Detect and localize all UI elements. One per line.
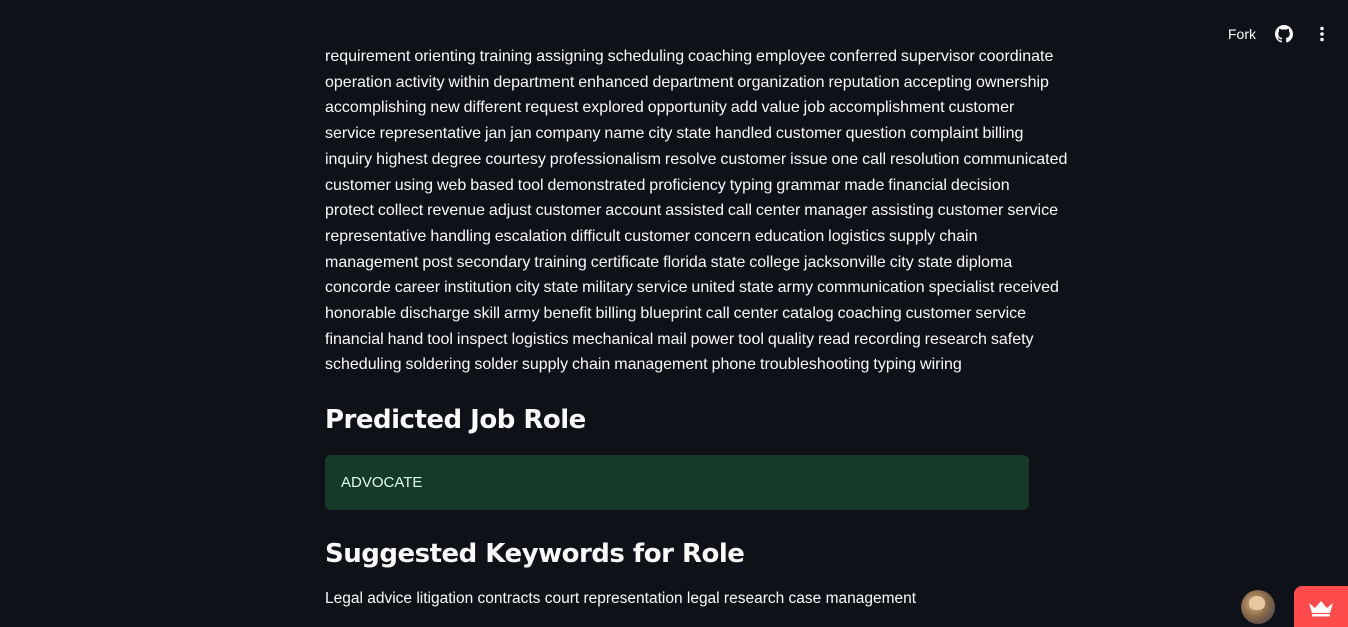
predicted-role-value: ADVOCATE — [341, 474, 423, 491]
vertical-dots-icon[interactable] — [1312, 24, 1332, 44]
resume-line: protect collect revenue adjust customer … — [325, 202, 1059, 220]
resume-line: operation activity within department enh… — [325, 73, 1049, 91]
streamlit-badge[interactable] — [1294, 586, 1348, 627]
user-avatar[interactable] — [1241, 590, 1275, 624]
resume-line: management post secondary training certi… — [325, 253, 1013, 271]
resume-line: requirement orienting training assigning… — [325, 48, 1054, 65]
resume-line: inquiry highest degree courtesy professi… — [325, 150, 1068, 168]
resume-line: scheduling soldering solder supply chain… — [325, 356, 962, 374]
github-icon[interactable] — [1274, 24, 1294, 44]
suggested-keywords-heading: Suggested Keywords for Role — [325, 539, 745, 569]
resume-line: service representative jan jan company n… — [325, 125, 1024, 143]
predicted-role-alert: ADVOCATE — [325, 455, 1029, 510]
resume-line: accomplishing new different request expl… — [325, 99, 1015, 117]
main-content: requirement orienting training assigning… — [325, 44, 1068, 607]
resume-line: concorde career institution city state m… — [325, 279, 1059, 297]
resume-line: customer using web based tool demonstrat… — [325, 176, 1010, 194]
resume-line: representative handling escalation diffi… — [325, 227, 978, 245]
crown-icon — [1308, 599, 1334, 622]
resume-text: requirement orienting training assigning… — [325, 44, 1068, 378]
app-toolbar: Fork — [1228, 22, 1332, 46]
resume-line: honorable discharge skill army benefit b… — [325, 305, 1027, 323]
streamlit-app: Fork requirement orienting training assi… — [0, 0, 1348, 627]
predicted-role-heading: Predicted Job Role — [325, 405, 586, 435]
fork-button[interactable]: Fork — [1228, 26, 1256, 42]
suggested-keywords-text: Legal advice litigation contracts court … — [325, 590, 917, 607]
resume-line: financial hand tool inspect logistics me… — [325, 330, 1034, 348]
avatar-face — [1249, 596, 1265, 610]
